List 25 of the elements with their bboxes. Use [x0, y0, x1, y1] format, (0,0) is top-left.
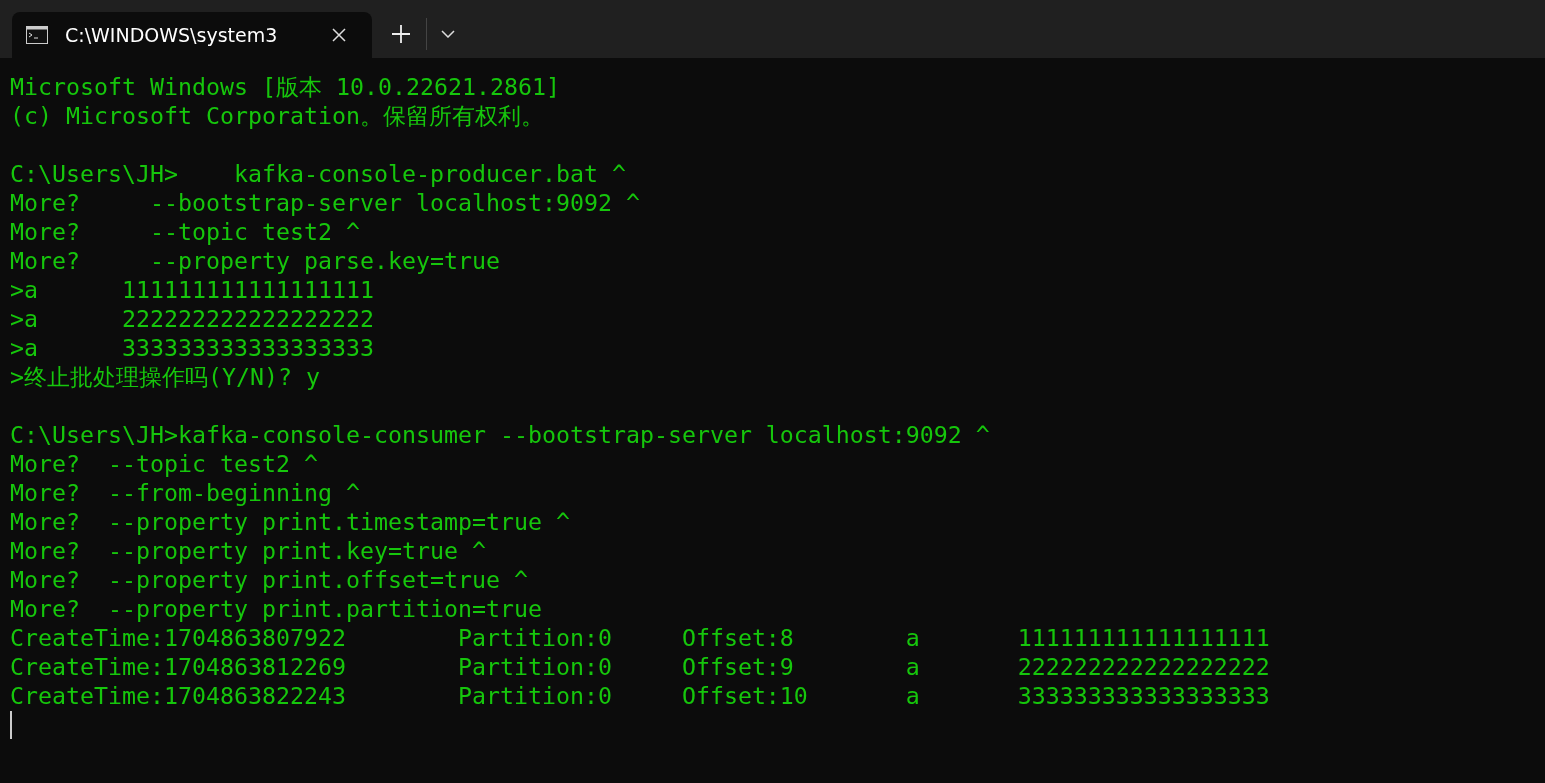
terminal-line: (c) Microsoft Corporation。保留所有权利。: [10, 101, 544, 130]
terminal-line: More? --property print.timestamp=true ^: [10, 507, 570, 536]
command-prompt-icon: [26, 26, 48, 44]
terminal-line: More? --property print.key=true ^: [10, 536, 486, 565]
terminal-line: More? --property print.offset=true ^: [10, 565, 528, 594]
terminal-line: >终止批处理操作吗(Y/N)? y: [10, 362, 320, 391]
terminal-line: C:\Users\JH>kafka-console-consumer --bootstrap-server localhost:9092 ^: [10, 420, 990, 449]
terminal-line: CreateTime:1704863807922 Partition:0 Offset:8 a 111111111111111111: [10, 623, 1270, 652]
terminal-line: >a 111111111111111111: [10, 275, 374, 304]
new-tab-icon[interactable]: [391, 24, 411, 44]
terminal-line: CreateTime:1704863812269 Partition:0 Offset:9 a 222222222222222222: [10, 652, 1270, 681]
terminal-line: More? --from-beginning ^: [10, 478, 360, 507]
terminal-line: CreateTime:1704863822243 Partition:0 Offset:10 a 333333333333333333: [10, 681, 1270, 710]
chevron-down-icon[interactable]: [441, 30, 455, 38]
terminal-tab[interactable]: C:\WINDOWS\system3: [12, 12, 372, 58]
close-icon[interactable]: [332, 28, 346, 42]
terminal-line: >a 333333333333333333: [10, 333, 374, 362]
terminal-line: C:\Users\JH> kafka-console-producer.bat ^: [10, 159, 626, 188]
terminal-line: More? --property parse.key=true: [10, 246, 500, 275]
terminal-line: >a 222222222222222222: [10, 304, 374, 333]
terminal-line: More? --topic test2 ^: [10, 217, 360, 246]
terminal-line: Microsoft Windows [版本 10.0.22621.2861]: [10, 72, 560, 101]
terminal-line: More? --bootstrap-server localhost:9092 ^: [10, 188, 640, 217]
terminal-line: More? --topic test2 ^: [10, 449, 318, 478]
terminal-line: More? --property print.partition=true: [10, 594, 542, 623]
